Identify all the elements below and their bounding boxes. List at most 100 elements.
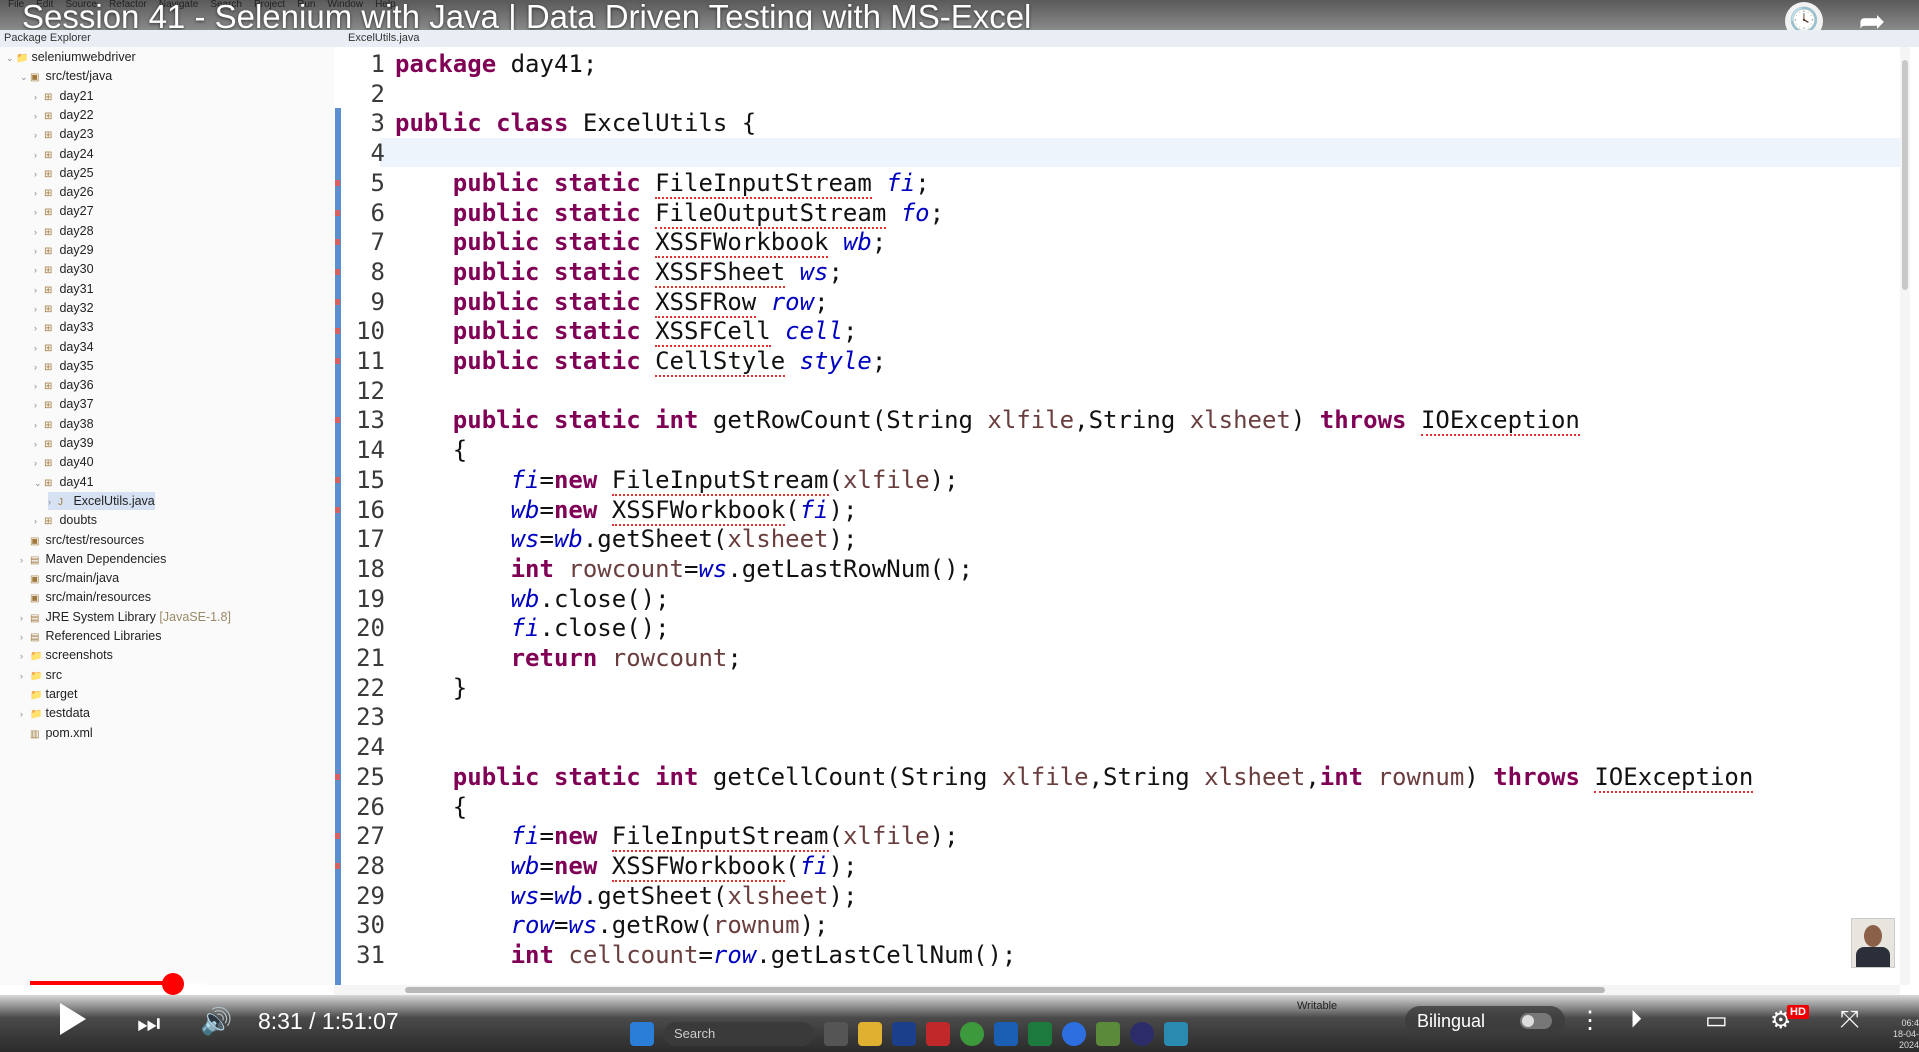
tree-item[interactable]: › ⊞ day39 bbox=[34, 434, 94, 452]
tree-expand-icon[interactable]: › bbox=[34, 396, 44, 414]
code-line[interactable]: 23 bbox=[345, 702, 395, 732]
tree-expand-icon[interactable]: › bbox=[20, 609, 30, 627]
file-explorer-icon[interactable] bbox=[858, 1022, 882, 1046]
code-line[interactable]: 14 { bbox=[345, 435, 467, 465]
code-line[interactable]: 8 public static XSSFSheet ws; bbox=[345, 257, 843, 288]
tree-item[interactable]: › ⊞ day27 bbox=[34, 202, 94, 220]
code-line[interactable]: 29 ws=wb.getSheet(xlsheet); bbox=[345, 881, 857, 911]
tree-item[interactable]: 📁 target bbox=[20, 685, 77, 703]
code-line[interactable]: 26 { bbox=[345, 792, 467, 822]
error-marker-icon[interactable] bbox=[335, 476, 340, 483]
vertical-scroll-thumb[interactable] bbox=[1902, 60, 1908, 290]
tree-expand-icon[interactable]: ⌄ bbox=[34, 474, 44, 492]
tree-expand-icon[interactable]: › bbox=[48, 493, 58, 511]
tree-item[interactable]: ⌄ ▣ src/test/java bbox=[20, 67, 112, 85]
code-line[interactable]: 9 public static XSSFRow row; bbox=[345, 287, 829, 318]
code-line[interactable]: 3 public class ExcelUtils { bbox=[345, 108, 757, 138]
code-line[interactable]: 1 package day41; bbox=[345, 49, 598, 79]
code-line[interactable]: 19 wb.close(); bbox=[345, 584, 669, 614]
tree-expand-icon[interactable]: ⌄ bbox=[20, 68, 30, 86]
tree-item[interactable]: › ⊞ day32 bbox=[34, 299, 94, 317]
captions-icon[interactable]: ▭ bbox=[1705, 1006, 1728, 1035]
more-options-icon[interactable]: ⋮ bbox=[1578, 1006, 1602, 1035]
zoom-icon[interactable] bbox=[1062, 1022, 1086, 1046]
tree-expand-icon[interactable]: › bbox=[34, 88, 44, 106]
tree-expand-icon[interactable]: › bbox=[34, 261, 44, 279]
code-line[interactable]: 20 fi.close(); bbox=[345, 613, 669, 643]
code-line[interactable]: 18 int rowcount=ws.getLastRowNum(); bbox=[345, 554, 973, 584]
tree-item[interactable]: ⌄ 📁 seleniumwebdriver bbox=[6, 48, 136, 66]
tree-item[interactable]: › 📁 screenshots bbox=[20, 646, 113, 664]
windows-start-icon[interactable] bbox=[630, 1022, 654, 1046]
tree-expand-icon[interactable]: › bbox=[34, 242, 44, 260]
tree-item[interactable]: › ⊞ day30 bbox=[34, 260, 94, 278]
code-line[interactable]: 13 public static int getRowCount(String … bbox=[345, 405, 1580, 437]
tree-item[interactable]: ▣ src/main/resources bbox=[20, 588, 151, 606]
error-marker-icon[interactable] bbox=[335, 862, 340, 869]
error-marker-icon[interactable] bbox=[335, 328, 340, 335]
tree-expand-icon[interactable]: › bbox=[20, 628, 30, 646]
tree-item[interactable]: › ⊞ day29 bbox=[34, 241, 94, 259]
tree-item[interactable]: › ⊞ day33 bbox=[34, 318, 94, 336]
tree-expand-icon[interactable]: › bbox=[34, 203, 44, 221]
tree-expand-icon[interactable]: › bbox=[20, 667, 30, 685]
code-line[interactable]: 16 wb=new XSSFWorkbook(fi); bbox=[345, 495, 857, 526]
tree-item[interactable]: › ⊞ day37 bbox=[34, 395, 94, 413]
tree-expand-icon[interactable]: › bbox=[34, 435, 44, 453]
app-icon[interactable] bbox=[1164, 1022, 1188, 1046]
code-line[interactable]: 11 public static CellStyle style; bbox=[345, 346, 886, 377]
fullscreen-exit-icon[interactable]: ⤧ bbox=[1840, 1006, 1859, 1034]
excel-icon[interactable] bbox=[1028, 1022, 1052, 1046]
tree-item[interactable]: › ⊞ day25 bbox=[34, 164, 94, 182]
error-marker-icon[interactable] bbox=[335, 209, 340, 216]
tree-expand-icon[interactable]: › bbox=[34, 146, 44, 164]
tree-item[interactable]: › ⊞ day23 bbox=[34, 125, 94, 143]
error-marker-icon[interactable] bbox=[335, 358, 340, 364]
tree-item[interactable]: › ⊞ day34 bbox=[34, 338, 94, 356]
tree-expand-icon[interactable]: › bbox=[34, 184, 44, 202]
tree-expand-icon[interactable]: › bbox=[34, 165, 44, 183]
error-marker-icon[interactable] bbox=[335, 179, 340, 186]
tree-expand-icon[interactable]: › bbox=[34, 126, 44, 144]
next-video-icon[interactable]: ⏭ bbox=[137, 1008, 160, 1040]
code-line[interactable]: 15 fi=new FileInputStream(xlfile); bbox=[345, 465, 959, 496]
tree-expand-icon[interactable]: › bbox=[34, 339, 44, 357]
error-marker-icon[interactable] bbox=[335, 298, 340, 305]
error-marker-icon[interactable] bbox=[335, 268, 340, 275]
tree-expand-icon[interactable]: › bbox=[34, 319, 44, 337]
tree-expand-icon[interactable]: › bbox=[34, 454, 44, 472]
tree-item[interactable]: › J ExcelUtils.java bbox=[48, 491, 155, 511]
code-line[interactable]: 27 fi=new FileInputStream(xlfile); bbox=[345, 821, 959, 853]
code-line[interactable]: 10 public static XSSFCell cell; bbox=[345, 316, 857, 348]
tree-item[interactable]: › ⊞ day28 bbox=[34, 222, 94, 240]
code-line[interactable]: 21 return rowcount; bbox=[345, 643, 742, 673]
tree-expand-icon[interactable]: › bbox=[34, 300, 44, 318]
chrome-icon[interactable] bbox=[960, 1022, 984, 1046]
tree-expand-icon[interactable]: › bbox=[34, 358, 44, 376]
horizontal-scroll-thumb[interactable] bbox=[405, 987, 1605, 993]
tree-expand-icon[interactable]: › bbox=[20, 647, 30, 665]
tree-expand-icon[interactable]: › bbox=[34, 281, 44, 299]
tree-item[interactable]: ▣ src/main/java bbox=[20, 569, 119, 587]
code-line[interactable]: 31 int cellcount=row.getLastCellNum(); bbox=[345, 940, 1016, 970]
code-line[interactable]: 25 public static int getCellCount(String… bbox=[345, 762, 1754, 793]
tree-item[interactable]: › ⊞ doubts bbox=[34, 511, 97, 529]
play-button[interactable] bbox=[60, 1003, 86, 1035]
app-l-icon[interactable] bbox=[892, 1022, 916, 1046]
tree-item[interactable]: › ▤ Maven Dependencies bbox=[20, 550, 166, 568]
task-view-icon[interactable] bbox=[824, 1022, 848, 1046]
tree-item[interactable]: › ⊞ day24 bbox=[34, 145, 94, 163]
video-scrubber[interactable] bbox=[162, 973, 184, 995]
tree-item[interactable]: ⌄ ⊞ day41 bbox=[34, 473, 94, 491]
code-line[interactable]: 7 public static XSSFWorkbook wb; bbox=[345, 227, 886, 259]
autoplay-toggle-icon[interactable]: ⏵ bbox=[1630, 1006, 1642, 1034]
tree-item[interactable]: › 📁 testdata bbox=[20, 704, 90, 722]
tree-expand-icon[interactable]: › bbox=[20, 705, 30, 723]
tree-expand-icon[interactable]: › bbox=[34, 512, 44, 530]
code-line[interactable]: 28 wb=new XSSFWorkbook(fi); bbox=[345, 851, 857, 882]
code-line[interactable]: 12 bbox=[345, 376, 395, 406]
tree-expand-icon[interactable]: › bbox=[34, 107, 44, 125]
code-line[interactable]: 30 row=ws.getRow(rownum); bbox=[345, 910, 828, 940]
code-line[interactable]: 5 public static FileInputStream fi; bbox=[345, 168, 930, 199]
code-line[interactable]: 4 bbox=[345, 138, 395, 168]
